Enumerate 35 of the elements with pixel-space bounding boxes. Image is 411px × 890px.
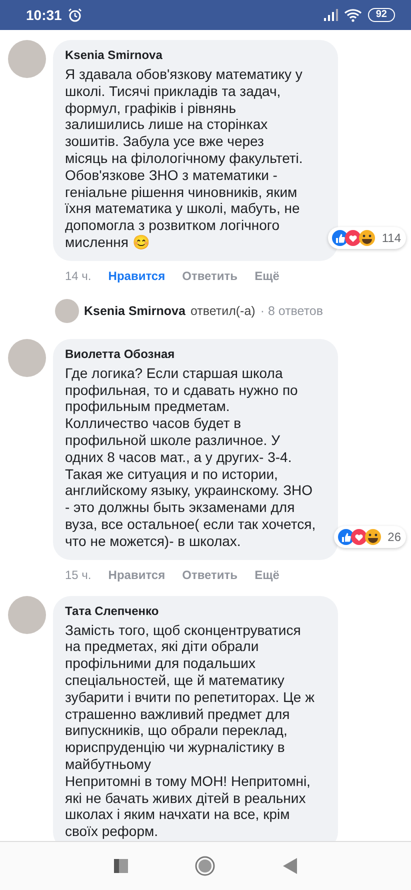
comment-text: Я здавала обов'язкову математику у школі. Тисячі прикладів та задач, формул, графіків і рівнянь залишились лише на сторінках зошитів. Забула усе вже через місяць на філологічному факультеті. Обов'язкове ЗНО з математики - геніальне рішення чиновників, яким їхня математика у школі, мабуть, не допомогла з розвитком логічного мислення 😊 [65, 66, 304, 251]
reply-link[interactable]: Ответить [182, 268, 238, 283]
reply-action: ответил(-а) [190, 304, 256, 318]
clock-time: 10:31 [26, 7, 62, 23]
reaction-icons [330, 228, 377, 247]
like-link[interactable]: Нравится [108, 268, 166, 283]
signal-icon [324, 9, 338, 21]
reply-author[interactable]: Ksenia Smirnova [84, 304, 186, 318]
comment-text: Замість того, щоб сконцентруватися на предметах, які діти обрали профільними для подальших спеціальностей, ще й математику зубарити і вчити по репетиторах. Це ж страшенно важливий предмет для випускників, що обрали переклад, юриспруденцію чи журналістику в майбутньому Непритомні в тому МОН! Непритомні, які не бачать живих дітей в реальних школах і яким начхати на все, крім своїх реформ. [65, 622, 316, 840]
comment-author[interactable]: Тата Слепченко [65, 604, 328, 618]
comment-time: 14 ч. [65, 268, 92, 283]
comment-text: Где логика? Если старшая школа профильная, то и сдавать нужно по профильным предметам. Колличество часов будет в профильной школе различное. У одних 8 часов мат., а у других- 3-4. Такая же ситуация и по истории, английскому языку, украинскому. ЗНО - это должны быть экзаменами для вуза, все остальное( если так хочется, что не можется)- в школах. [65, 364, 317, 550]
comment-author[interactable]: Виолетта Обозная [65, 346, 328, 361]
like-link[interactable]: Нравится [108, 568, 166, 582]
home-icon[interactable] [195, 856, 216, 876]
reaction-count: 114 [382, 230, 401, 245]
recents-icon[interactable] [114, 859, 128, 873]
back-icon[interactable] [283, 858, 298, 874]
avatar[interactable] [8, 338, 46, 377]
reply-link[interactable]: Ответить [182, 568, 238, 582]
avatar[interactable] [8, 40, 46, 78]
comment-time: 15 ч. [65, 568, 92, 582]
wifi-icon [344, 8, 362, 22]
reaction-icons [336, 528, 383, 546]
avatar[interactable] [8, 596, 46, 634]
avatar [55, 298, 79, 323]
more-link[interactable]: Ещё [254, 568, 280, 582]
comment-author[interactable]: Ksenia Smirnova [65, 48, 328, 62]
reactions-badge[interactable]: 114 [328, 226, 406, 249]
reactions-badge[interactable]: 26 [334, 526, 406, 548]
battery-level: 92 [368, 8, 395, 22]
reaction-count: 26 [388, 530, 401, 544]
replies-count[interactable]: · 8 ответов [260, 304, 324, 318]
more-link[interactable]: Ещё [254, 268, 280, 283]
alarm-icon [68, 8, 82, 22]
